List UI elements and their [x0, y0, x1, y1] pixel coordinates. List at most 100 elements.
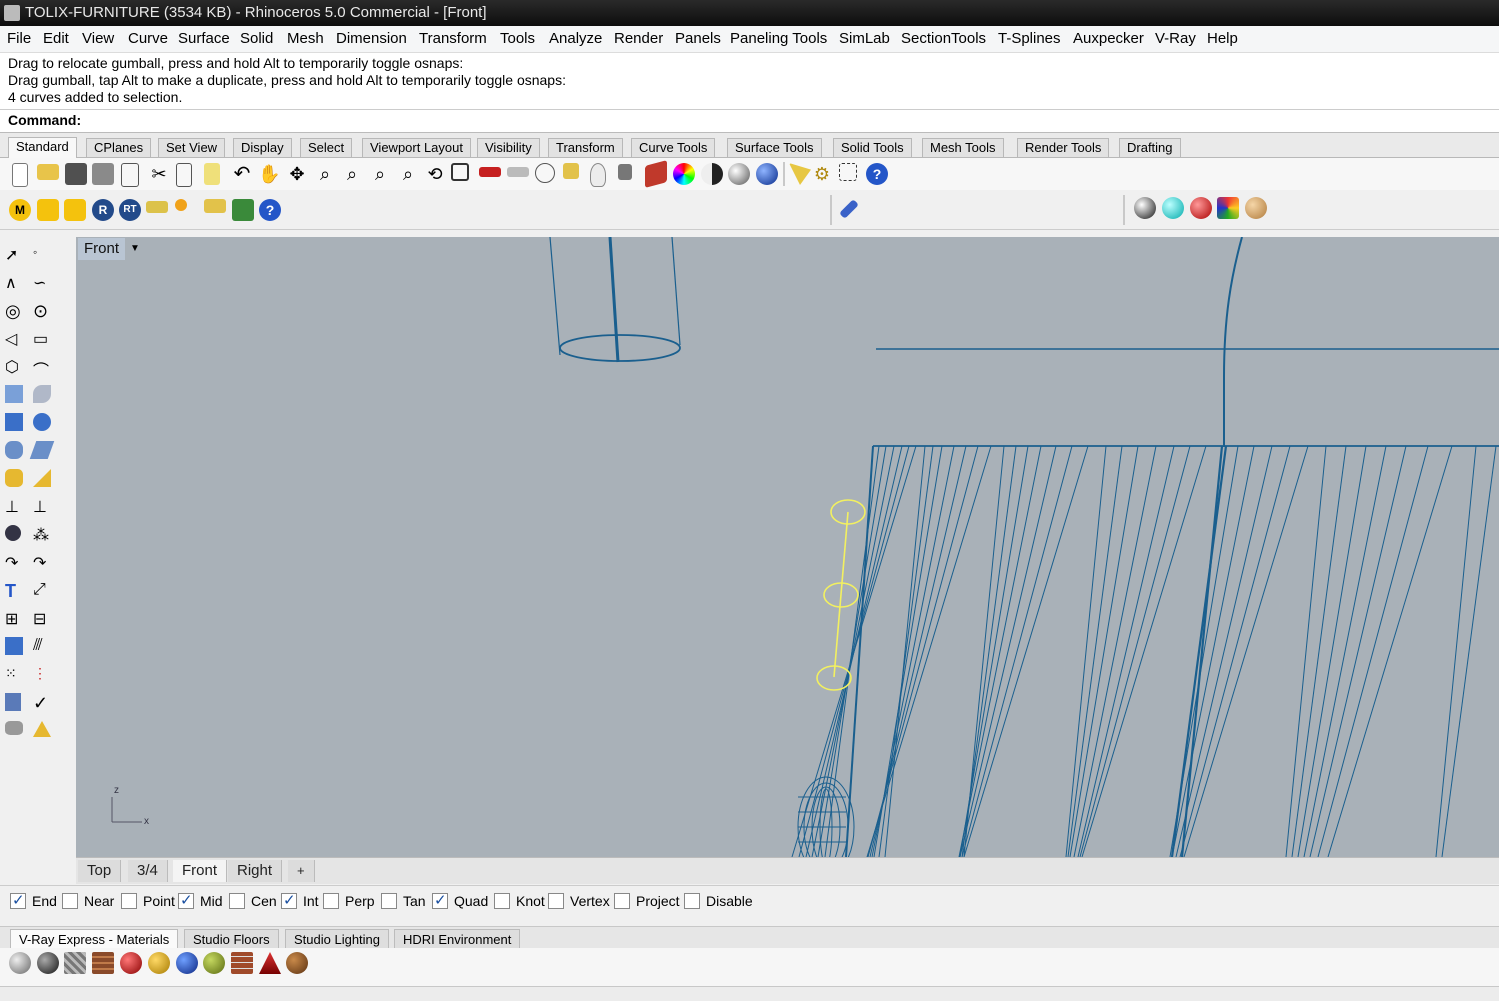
- menu-help[interactable]: Help: [1207, 30, 1238, 47]
- light-bulb-icon[interactable]: [590, 163, 606, 187]
- material-swatch-icon[interactable]: [1245, 197, 1267, 219]
- tab-perspective-view[interactable]: 3/4: [128, 860, 168, 882]
- paint-icon[interactable]: [33, 721, 51, 737]
- material-swatch[interactable]: [64, 952, 86, 974]
- toolbar-layout-icon[interactable]: [839, 163, 857, 181]
- copy-icon[interactable]: [176, 163, 192, 187]
- osnap-checkbox-near[interactable]: [62, 893, 78, 909]
- zoom-window-icon[interactable]: ⌕: [341, 163, 363, 185]
- group-icon[interactable]: ⁂: [33, 525, 55, 547]
- export-icon[interactable]: [121, 163, 139, 187]
- osnap-label-project[interactable]: Project: [636, 893, 680, 909]
- ruler-icon[interactable]: ⫻: [33, 637, 55, 659]
- menu-view[interactable]: View: [82, 30, 114, 47]
- menu-t-splines[interactable]: T-Splines: [998, 30, 1061, 47]
- paste-icon[interactable]: [204, 163, 220, 185]
- osnap-checkbox-project[interactable]: [614, 893, 630, 909]
- analyze-icon[interactable]: ⊟: [33, 609, 55, 631]
- osnap-checkbox-vertex[interactable]: [548, 893, 564, 909]
- osnap-label-mid[interactable]: Mid: [200, 893, 223, 909]
- vray-frame-buffer-icon[interactable]: [146, 201, 168, 213]
- surface-icon[interactable]: [5, 385, 23, 403]
- menu-paneling-tools[interactable]: Paneling Tools: [730, 30, 827, 47]
- grid-array-icon[interactable]: ⁙: [5, 665, 27, 687]
- tab-drafting[interactable]: Drafting: [1119, 138, 1181, 157]
- layer-icon[interactable]: [563, 163, 579, 179]
- vray-rt-icon[interactable]: RT: [119, 199, 141, 221]
- rhino-app-icon[interactable]: [4, 5, 20, 21]
- menu-render[interactable]: Render: [614, 30, 663, 47]
- vray-lights-icon[interactable]: [64, 199, 86, 221]
- front-viewport[interactable]: z x Front ▼: [76, 237, 1499, 857]
- osnap-label-quad[interactable]: Quad: [454, 893, 488, 909]
- circle-icon[interactable]: ◎: [5, 301, 27, 323]
- menu-analyze[interactable]: Analyze: [549, 30, 602, 47]
- material-swatch[interactable]: [92, 952, 114, 974]
- tab-mesh-tools[interactable]: Mesh Tools: [922, 138, 1004, 157]
- tab-standard[interactable]: Standard: [8, 137, 77, 158]
- hierarchy-icon[interactable]: ⋮: [33, 665, 55, 687]
- grid-snap-icon[interactable]: [535, 163, 555, 183]
- vray-render-icon[interactable]: R: [92, 199, 114, 221]
- fillet-curve-icon[interactable]: ⌒: [33, 357, 55, 380]
- osnap-label-cen[interactable]: Cen: [251, 893, 277, 909]
- osnap-checkbox-perp[interactable]: [323, 893, 339, 909]
- move-icon[interactable]: ↷: [5, 553, 27, 575]
- material-swatch[interactable]: [9, 952, 31, 974]
- material-swatch-icon[interactable]: [1190, 197, 1212, 219]
- tab-vray-materials[interactable]: V-Ray Express - Materials: [10, 929, 179, 950]
- new-icon[interactable]: [12, 163, 28, 187]
- options-gear-icon[interactable]: ⚙: [811, 163, 833, 185]
- menu-tools[interactable]: Tools: [500, 30, 535, 47]
- osnap-label-tan[interactable]: Tan: [403, 893, 426, 909]
- undo-icon[interactable]: ↶: [231, 163, 253, 185]
- select-arrow-icon[interactable]: ➚: [5, 245, 27, 267]
- help-icon[interactable]: ?: [866, 163, 888, 185]
- zoom-extents-icon[interactable]: ⌕: [369, 163, 391, 185]
- material-swatch[interactable]: [259, 952, 281, 974]
- surface-edit-icon[interactable]: [33, 385, 51, 403]
- block-icon[interactable]: [5, 637, 23, 655]
- polyline-icon[interactable]: ∧: [5, 273, 27, 295]
- rotate-icon[interactable]: ↷: [33, 553, 55, 575]
- osnap-label-point[interactable]: Point: [143, 893, 175, 909]
- join-icon[interactable]: [5, 525, 21, 541]
- osnap-label-perp[interactable]: Perp: [345, 893, 375, 909]
- render-icon[interactable]: [756, 163, 778, 185]
- pointer-icon[interactable]: [789, 163, 811, 185]
- material-swatch[interactable]: [37, 952, 59, 974]
- material-swatch[interactable]: [203, 952, 225, 974]
- tab-visibility[interactable]: Visibility: [477, 138, 540, 157]
- menu-auxpecker[interactable]: Auxpecker: [1073, 30, 1144, 47]
- rendered-icon[interactable]: [728, 163, 750, 185]
- cylinder-icon[interactable]: [5, 441, 23, 459]
- print-icon[interactable]: [92, 163, 114, 185]
- zoom-selected-icon[interactable]: ⌕: [397, 163, 419, 185]
- car-icon[interactable]: [479, 167, 501, 177]
- osnap-checkbox-mid[interactable]: [178, 891, 194, 909]
- material-swatch-icon[interactable]: [1162, 197, 1184, 219]
- tab-render-tools[interactable]: Render Tools: [1017, 138, 1110, 157]
- arc-icon[interactable]: ◁: [5, 329, 27, 351]
- trim-icon[interactable]: ⊥: [5, 497, 27, 519]
- tab-surface-tools[interactable]: Surface Tools: [727, 138, 822, 157]
- osnap-checkbox-disable[interactable]: [684, 893, 700, 909]
- menu-surface[interactable]: Surface: [178, 30, 230, 47]
- osnap-checkbox-tan[interactable]: [381, 893, 397, 909]
- osnap-label-knot[interactable]: Knot: [516, 893, 545, 909]
- menu-solid[interactable]: Solid: [240, 30, 273, 47]
- osnap-label-end[interactable]: End: [32, 893, 57, 909]
- menu-dimension[interactable]: Dimension: [336, 30, 407, 47]
- add-viewport-tab-plus-icon[interactable]: +: [288, 860, 315, 882]
- menu-sectiontools[interactable]: SectionTools: [901, 30, 986, 47]
- array-icon[interactable]: ⊞: [5, 609, 27, 631]
- menu-vray[interactable]: V-Ray: [1155, 30, 1196, 47]
- material-icon[interactable]: [645, 160, 667, 188]
- plugin-tool-icon[interactable]: [839, 199, 859, 219]
- explode-icon[interactable]: [5, 469, 23, 487]
- osnap-label-vertex[interactable]: Vertex: [570, 893, 610, 909]
- four-viewports-icon[interactable]: [451, 163, 469, 181]
- layout-icon[interactable]: [5, 693, 21, 711]
- material-swatch-icon[interactable]: [1217, 197, 1239, 219]
- vray-environment-icon[interactable]: [232, 199, 254, 221]
